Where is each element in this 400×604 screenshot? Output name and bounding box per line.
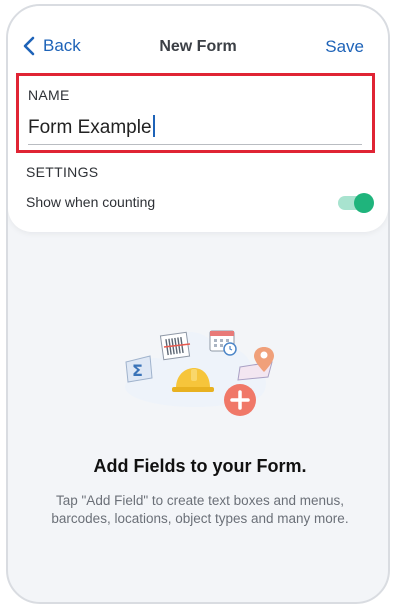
sigma-icon: Σ xyxy=(125,355,153,383)
form-header-card: Back New Form Save NAME Form Example SET… xyxy=(8,6,388,232)
text-caret xyxy=(152,115,155,137)
form-fields-illustration: Σ xyxy=(125,330,274,416)
settings-label: SETTINGS xyxy=(26,164,99,180)
add-circle-icon xyxy=(224,384,256,416)
barcode-icon xyxy=(159,331,191,361)
name-label: NAME xyxy=(28,87,70,103)
name-input[interactable]: Form Example xyxy=(28,114,362,145)
name-field-highlight: NAME Form Example xyxy=(16,73,375,153)
toggle-knob xyxy=(354,193,374,213)
name-input-value: Form Example xyxy=(28,117,152,138)
setting-label: Show when counting xyxy=(26,194,156,210)
svg-text:Σ: Σ xyxy=(132,361,143,380)
show-when-counting-toggle[interactable] xyxy=(338,193,374,213)
empty-state-description: Tap "Add Field" to create text boxes and… xyxy=(51,493,349,526)
navigation-bar: Back New Form Save xyxy=(8,28,388,64)
empty-state-title: Add Fields to your Form. xyxy=(93,456,307,476)
setting-row-show-when-counting: Show when counting xyxy=(26,193,376,217)
save-button[interactable]: Save xyxy=(325,37,364,57)
calendar-icon xyxy=(209,330,237,356)
